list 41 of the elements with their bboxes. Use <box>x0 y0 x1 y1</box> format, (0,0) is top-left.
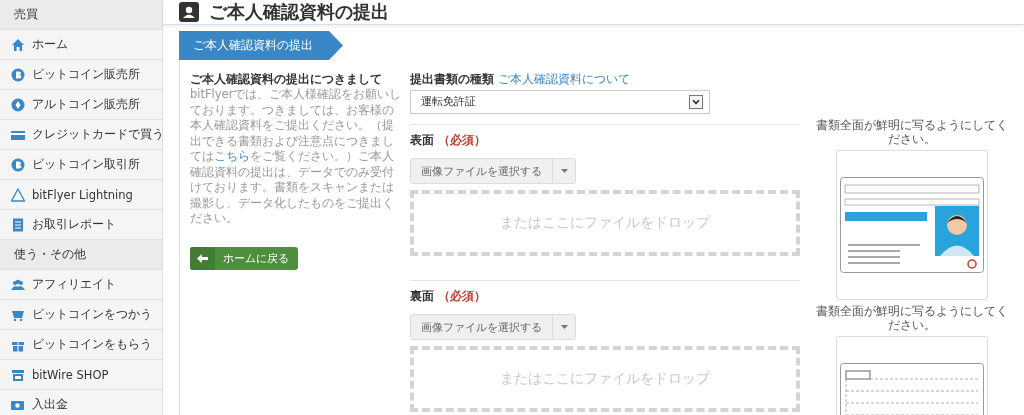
coin-icon <box>11 67 25 82</box>
sidebar-item[interactable]: アルトコイン販売所 <box>0 90 162 120</box>
document-info-link[interactable]: ご本人確認資料について <box>498 72 630 87</box>
page-title: ご本人確認資料の提出 <box>209 0 389 24</box>
upload-hint: 書類全面が鮮明に写るようにしてください。 <box>815 304 1009 332</box>
sidebar-item[interactable]: ホーム <box>0 30 162 60</box>
document-type-select[interactable]: 運転免許証 <box>410 90 710 114</box>
shop-icon <box>11 367 25 382</box>
document-type-label: 提出書類の種類 <box>410 72 494 87</box>
sidebar-item[interactable]: ビットコインをつかう <box>0 300 162 330</box>
home-icon <box>11 37 25 52</box>
back-home-button[interactable]: ホームに戻る <box>190 246 298 270</box>
triangle-icon <box>11 187 25 202</box>
sidebar-item[interactable]: bitFlyer Lightning <box>0 180 162 210</box>
required-label: （必須） <box>438 133 486 148</box>
caret-icon <box>560 325 568 329</box>
breadcrumb-step: ご本人確認資料の提出 <box>179 31 343 60</box>
side-label: 表面 <box>410 133 434 148</box>
sidebar-item[interactable]: ビットコイン取引所 <box>0 150 162 180</box>
sidebar-section-title: 売買 <box>0 0 162 30</box>
coin-icon <box>11 157 25 172</box>
intro-heading: ご本人確認資料の提出につきまして <box>190 72 383 87</box>
id-card-icon <box>179 2 199 22</box>
arrow-left-icon <box>197 253 208 263</box>
report-icon <box>11 217 25 232</box>
sidebar-item[interactable]: bitWire SHOP <box>0 360 162 390</box>
chevron-down-icon <box>689 95 703 109</box>
sidebar-section-title: 使う・その他 <box>0 240 162 270</box>
intro-link[interactable]: こちら <box>214 149 250 163</box>
coin-icon <box>11 97 25 112</box>
required-label: （必須） <box>438 289 486 304</box>
caret-icon <box>560 169 568 173</box>
sidebar-item[interactable]: ビットコインをもらう <box>0 330 162 360</box>
sidebar-item[interactable]: 入出金 <box>0 390 162 415</box>
side-label: 裏面 <box>410 289 434 304</box>
intro-paragraph: bitFlyerでは、ご本人様確認をお願いしております。つきましては、お客様の本人確認資料をご提出ください。（提出できる書類および注意点につきましてはこちら をご覧ください。）ご本人確認資料の提出は、データでのみ受付けております。書類をスキャンまたは撮影し、データ化したものをご提出ください。 <box>190 87 403 227</box>
sidebar-item[interactable]: ビットコイン販売所 <box>0 60 162 90</box>
sidebar-item[interactable]: クレジットカードで買う <box>0 120 162 150</box>
sidebar-item[interactable]: アフィリエイト <box>0 270 162 300</box>
upload-hint: 書類全面が鮮明に写るようにしてください。 <box>815 118 1009 146</box>
users-icon <box>11 277 25 292</box>
